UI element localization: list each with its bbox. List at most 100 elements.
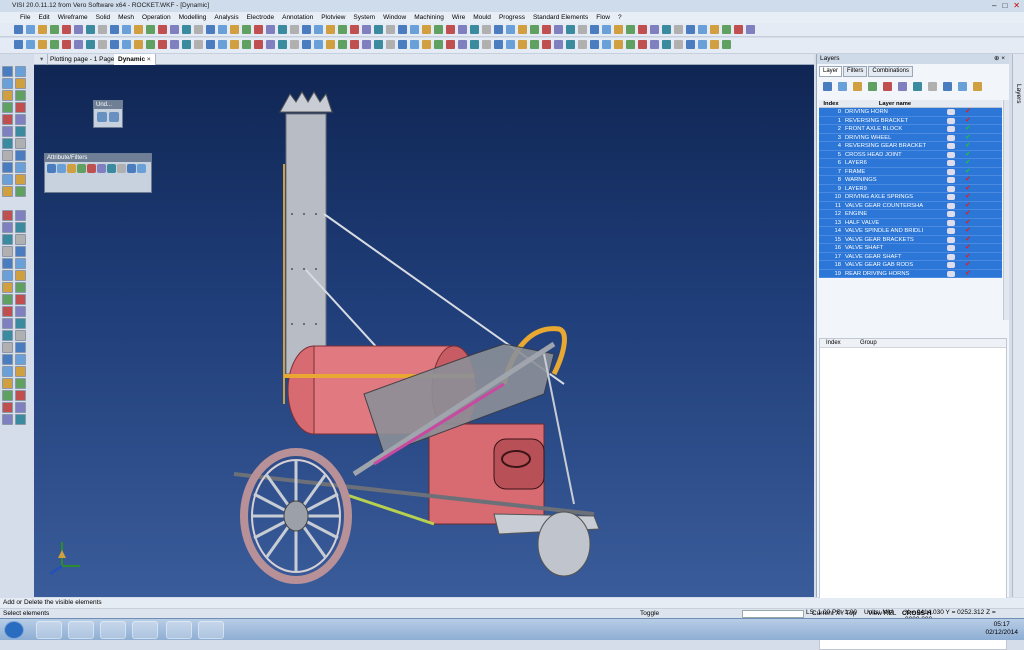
layer-row[interactable]: 14 VALVE SPINDLE AND BRIDLI ✔ xyxy=(819,227,1002,236)
menu-item-system[interactable]: System xyxy=(349,12,379,23)
toolbar-tool-icon[interactable] xyxy=(74,40,83,49)
toolbar-tool-icon[interactable] xyxy=(602,40,611,49)
toolbar-tool-icon[interactable] xyxy=(626,25,635,34)
attribute-filter-icon[interactable] xyxy=(67,164,76,173)
layer-tool-icon[interactable] xyxy=(958,82,967,91)
toolbar-tool-icon[interactable] xyxy=(182,40,191,49)
toolbar-tool-icon[interactable] xyxy=(326,25,335,34)
toolbar-tool-icon[interactable] xyxy=(38,40,47,49)
toolbar-tool-icon[interactable] xyxy=(194,25,203,34)
toolbar-tool-icon[interactable] xyxy=(14,40,23,49)
menu-item-edit[interactable]: Edit xyxy=(34,12,53,23)
toolbar-tool-icon[interactable] xyxy=(482,25,491,34)
toolbar-tool-icon[interactable] xyxy=(254,40,263,49)
layer-tool-icon[interactable] xyxy=(898,82,907,91)
visibility-icon[interactable] xyxy=(947,202,955,209)
toolbar-tool-icon[interactable] xyxy=(470,25,479,34)
layer-tool-icon[interactable] xyxy=(913,82,922,91)
layer-active-check-icon[interactable]: ✔ xyxy=(965,134,971,142)
palette-tool-icon[interactable] xyxy=(15,306,26,317)
toolbar-tool-icon[interactable] xyxy=(146,25,155,34)
toolbar-tool-icon[interactable] xyxy=(302,40,311,49)
toolbar-tool-icon[interactable] xyxy=(338,40,347,49)
start-button[interactable] xyxy=(4,621,24,639)
palette-tool-icon[interactable] xyxy=(2,234,13,245)
visibility-icon[interactable] xyxy=(947,228,955,234)
toolbar-tool-icon[interactable] xyxy=(362,25,371,34)
toolbar-tool-icon[interactable] xyxy=(278,25,287,34)
layer-active-check-icon[interactable]: ✔ xyxy=(965,253,971,261)
palette-tool-icon[interactable] xyxy=(2,414,13,425)
menu-item-mesh[interactable]: Mesh xyxy=(114,12,138,23)
panel-pin-icon[interactable]: ⊕ × xyxy=(994,54,1005,64)
layer-row[interactable]: 18 VALVE GEAR GAB RODS ✔ xyxy=(819,261,1002,270)
palette-tool-icon[interactable] xyxy=(2,390,13,401)
toolbar-tool-icon[interactable] xyxy=(266,40,275,49)
layer-active-check-icon[interactable]: ✔ xyxy=(965,176,971,184)
visibility-icon[interactable] xyxy=(947,109,955,115)
toolbar-tool-icon[interactable] xyxy=(386,25,395,34)
palette-tool-icon[interactable] xyxy=(2,102,13,113)
palette-tool-icon[interactable] xyxy=(15,174,26,185)
visibility-icon[interactable] xyxy=(947,194,955,200)
toolbar-tool-icon[interactable] xyxy=(746,25,755,34)
palette-tool-icon[interactable] xyxy=(15,66,26,77)
menu-item-annotation[interactable]: Annotation xyxy=(278,12,317,23)
palette-tool-icon[interactable] xyxy=(2,162,13,173)
palette-tool-icon[interactable] xyxy=(2,258,13,269)
toolbar-tool-icon[interactable] xyxy=(506,40,515,49)
toolbar-tool-icon[interactable] xyxy=(110,40,119,49)
palette-tool-icon[interactable] xyxy=(15,366,26,377)
visibility-icon[interactable] xyxy=(947,177,955,183)
palette-tool-icon[interactable] xyxy=(15,186,26,197)
toolbar-tool-icon[interactable] xyxy=(458,25,467,34)
palette-tool-icon[interactable] xyxy=(15,390,26,401)
layer-active-check-icon[interactable]: ✔ xyxy=(965,244,971,252)
layer-tool-icon[interactable] xyxy=(928,82,937,91)
command-input[interactable] xyxy=(742,610,804,618)
layer-row[interactable]: 16 VALVE SHAFT ✔ xyxy=(819,244,1002,253)
toolbar-tool-icon[interactable] xyxy=(566,40,575,49)
toolbar-tool-icon[interactable] xyxy=(650,25,659,34)
toolbar-tool-icon[interactable] xyxy=(506,25,515,34)
toolbar-tool-icon[interactable] xyxy=(434,25,443,34)
palette-tool-icon[interactable] xyxy=(15,342,26,353)
layer-row[interactable]: 0 DRIVING HORN ✔ xyxy=(819,108,1002,117)
visibility-icon[interactable] xyxy=(947,253,955,260)
toolbar-tool-icon[interactable] xyxy=(314,40,323,49)
toolbar-tool-icon[interactable] xyxy=(602,25,611,34)
visibility-icon[interactable] xyxy=(947,262,955,268)
palette-tool-icon[interactable] xyxy=(2,210,13,221)
visibility-icon[interactable] xyxy=(947,151,955,158)
toolbar-tool-icon[interactable] xyxy=(14,25,23,34)
toolbar-tool-icon[interactable] xyxy=(662,25,671,34)
palette-tool-icon[interactable] xyxy=(15,126,26,137)
attribute-filter-icon[interactable] xyxy=(87,164,96,173)
toolbar-tool-icon[interactable] xyxy=(302,25,311,34)
toolbar-tool-icon[interactable] xyxy=(614,25,623,34)
palette-tool-icon[interactable] xyxy=(2,342,13,353)
palette-tool-icon[interactable] xyxy=(2,378,13,389)
visibility-icon[interactable] xyxy=(947,245,955,251)
visibility-icon[interactable] xyxy=(947,143,955,149)
palette-tool-icon[interactable] xyxy=(2,294,13,305)
tab-close-icon[interactable]: × xyxy=(147,56,151,63)
palette-tool-icon[interactable] xyxy=(2,306,13,317)
palette-tool-icon[interactable] xyxy=(15,258,26,269)
attribute-filter-icon[interactable] xyxy=(127,164,136,173)
minimize-button[interactable]: – xyxy=(992,1,996,11)
menu-item-window[interactable]: Window xyxy=(379,12,410,23)
clock[interactable]: 05:17 02/12/2014 xyxy=(985,621,1018,637)
menu-item-progress[interactable]: Progress xyxy=(495,12,529,23)
layer-row[interactable]: 7 FRAME ✔ xyxy=(819,167,1002,176)
toolbar-tool-icon[interactable] xyxy=(50,40,59,49)
palette-tool-icon[interactable] xyxy=(2,270,13,281)
toolbar-tool-icon[interactable] xyxy=(350,40,359,49)
menu-item-operation[interactable]: Operation xyxy=(138,12,175,23)
toolbar-tool-icon[interactable] xyxy=(98,40,107,49)
toolbar-tool-icon[interactable] xyxy=(350,25,359,34)
layer-active-check-icon[interactable]: ✔ xyxy=(965,185,971,193)
toolbar-tool-icon[interactable] xyxy=(530,40,539,49)
toolbar-tool-icon[interactable] xyxy=(254,25,263,34)
menu-item-modelling[interactable]: Modelling xyxy=(175,12,211,23)
